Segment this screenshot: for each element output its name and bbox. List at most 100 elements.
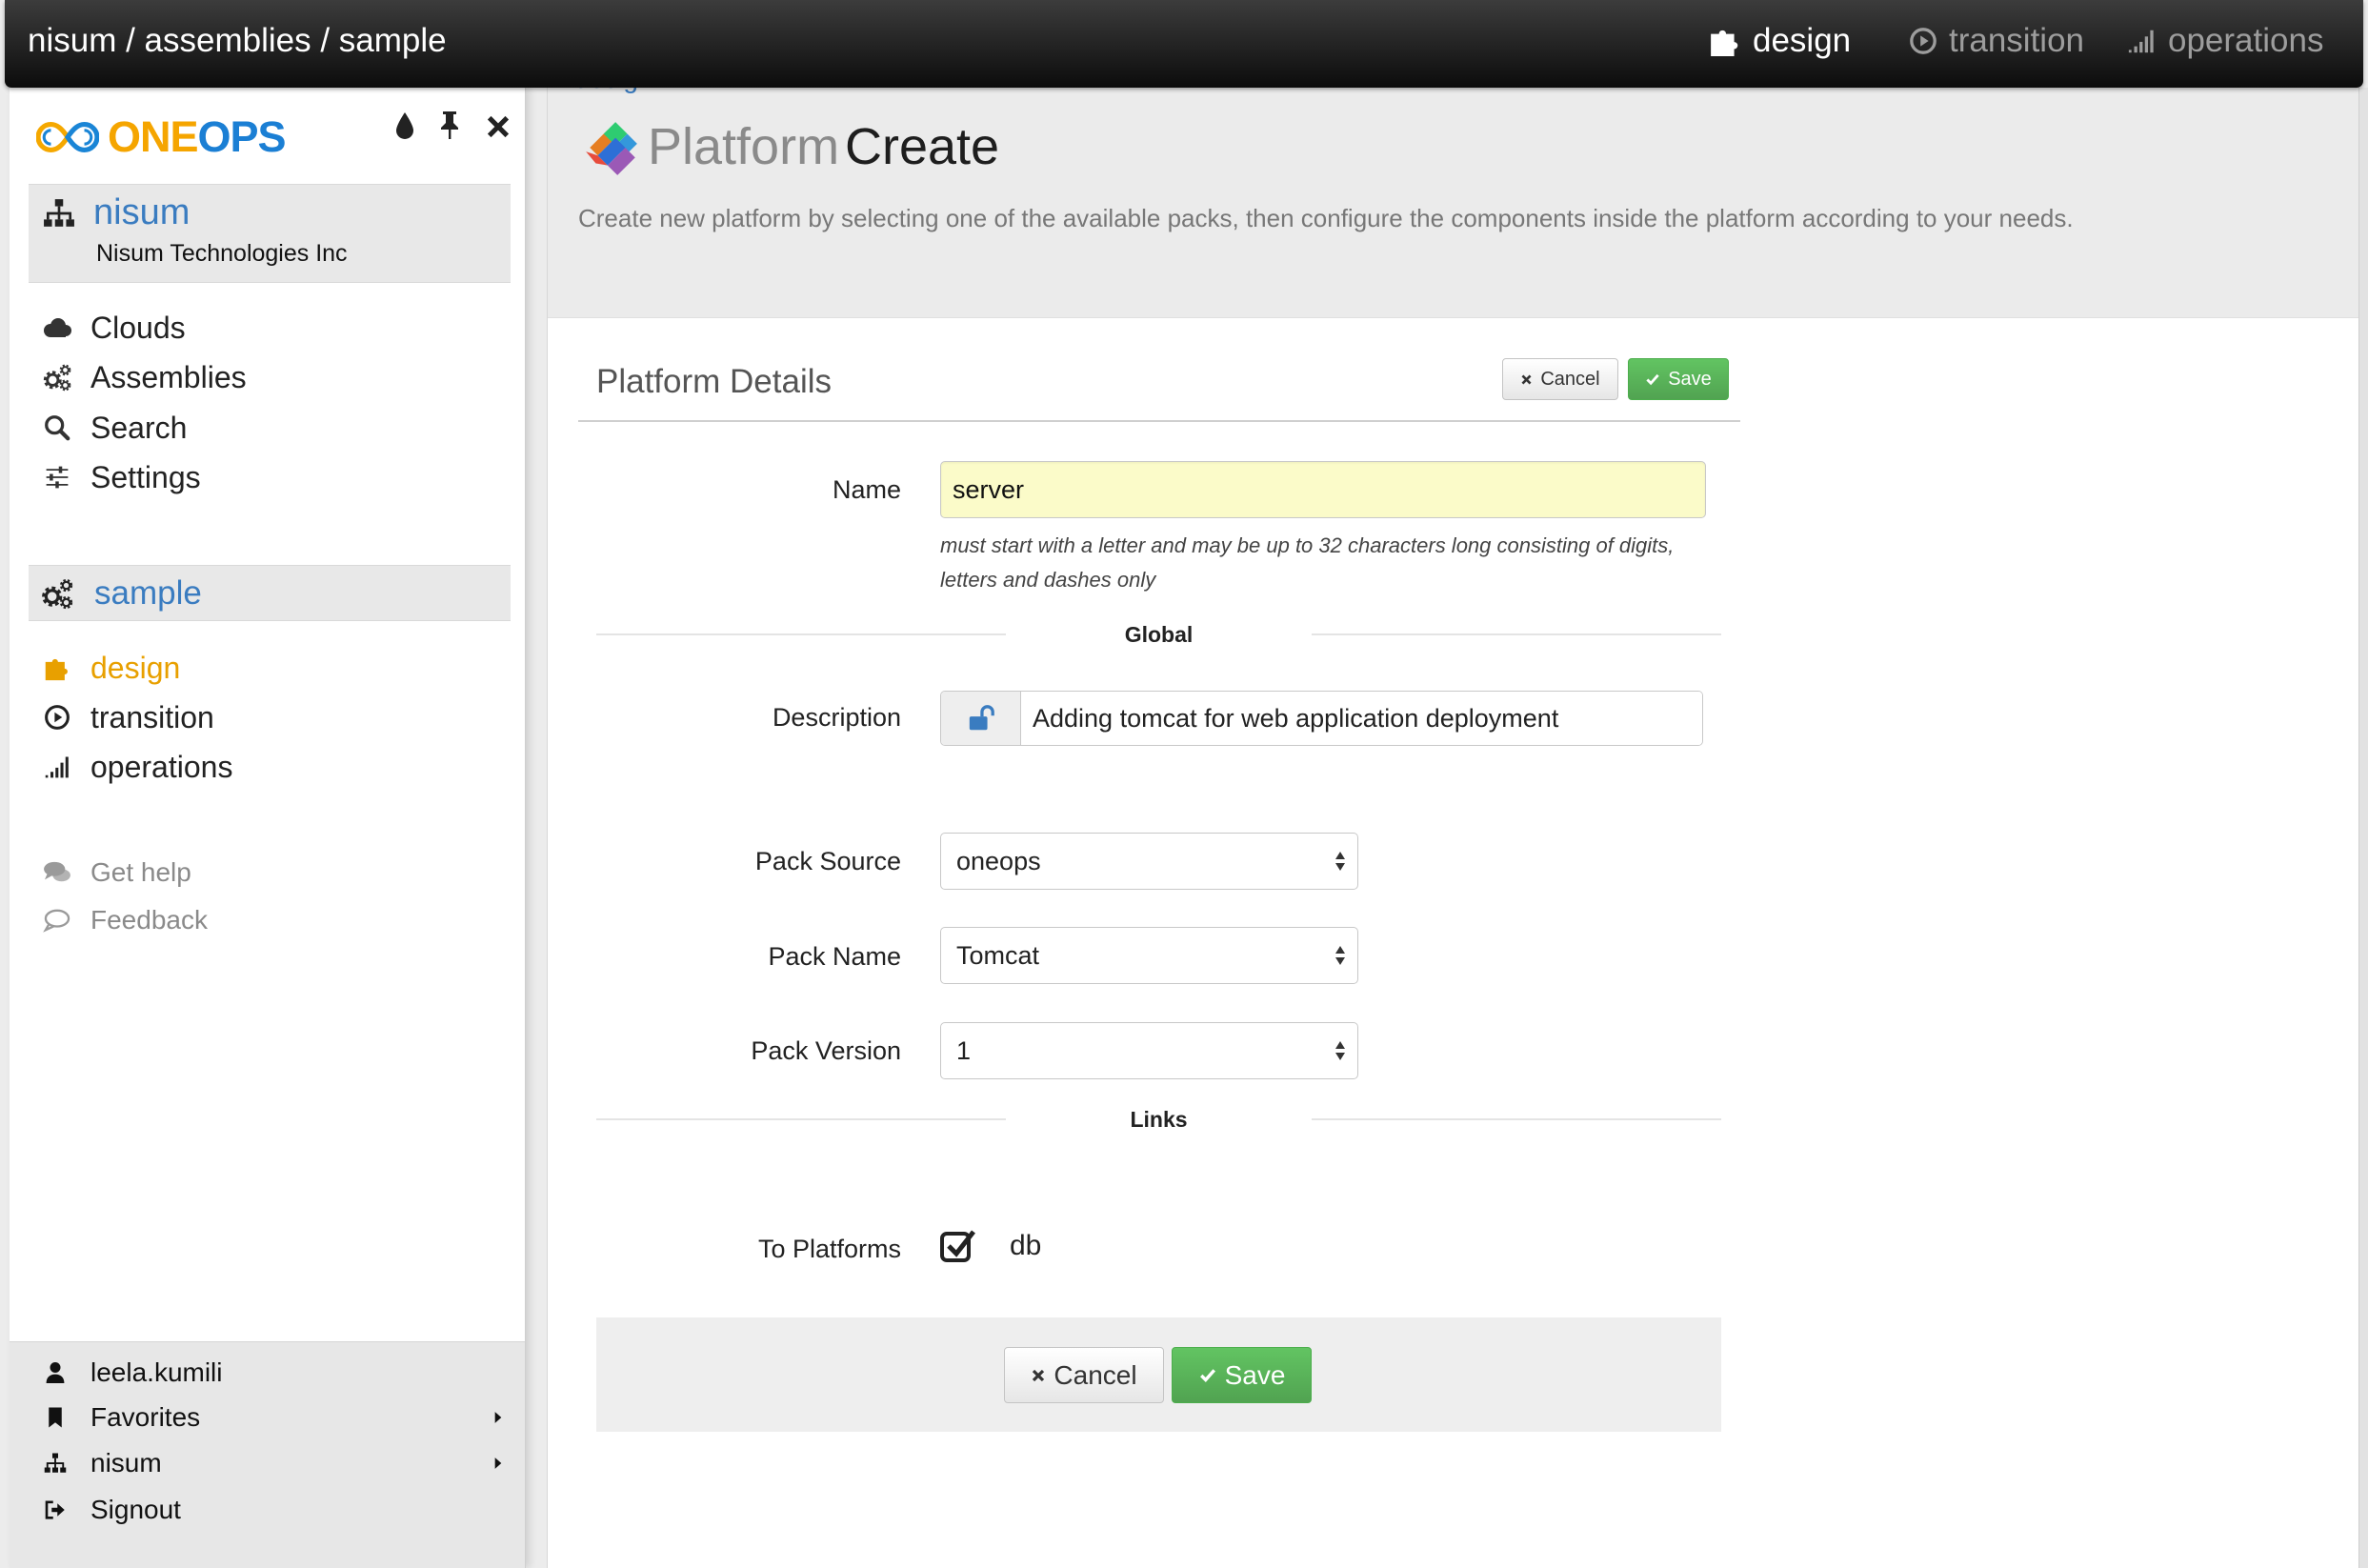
user-menu-signout[interactable]: Signout — [29, 1489, 505, 1531]
header-cancel-button[interactable]: Cancel — [1502, 358, 1618, 400]
cancel-button[interactable]: Cancel — [1004, 1347, 1164, 1403]
check-icon — [1198, 1367, 1217, 1384]
user-menu-favorites[interactable]: Favorites — [29, 1397, 505, 1438]
close-icon[interactable] — [486, 114, 511, 139]
organization-card[interactable]: nisum Nisum Technologies Inc — [29, 184, 511, 283]
divider-line — [1312, 633, 1721, 635]
sidebar-item-label: transition — [90, 699, 214, 734]
sidebar-item-clouds[interactable]: Clouds — [29, 305, 505, 351]
organization-full-name: Nisum Technologies Inc — [96, 240, 348, 267]
sidebar-item-transition[interactable]: transition — [29, 694, 505, 740]
pack-version-label: Pack Version — [751, 1036, 901, 1065]
feedback-label: Feedback — [90, 905, 208, 935]
pin-icon[interactable] — [438, 109, 461, 141]
page-description: Create new platform by selecting one of … — [578, 204, 2074, 232]
bookmark-icon — [42, 1405, 69, 1430]
platform-option-label[interactable]: db — [1010, 1229, 1041, 1263]
get-help-link[interactable]: Get help — [29, 850, 505, 895]
select-arrows-icon — [1335, 850, 1346, 873]
assembly-card[interactable]: sample — [29, 565, 511, 621]
select-arrows-icon — [1335, 1039, 1346, 1062]
droplet-icon[interactable] — [393, 111, 416, 141]
assembly-name: sample — [94, 573, 202, 612]
caret-right-icon — [493, 1455, 503, 1472]
user-menu: leela.kumili Favorites nisum Signout — [10, 1341, 525, 1568]
pack-name-label: Pack Name — [768, 942, 901, 971]
page-title: Create — [845, 118, 1000, 175]
comment-outline-icon — [42, 908, 72, 933]
close-icon — [1520, 373, 1533, 386]
panel-heading: Platform Details — [596, 363, 833, 400]
divider-line — [1312, 1118, 1721, 1120]
sliders-icon — [42, 464, 72, 491]
signal-bars-icon — [42, 754, 72, 780]
topnav-design[interactable]: design — [1709, 0, 1851, 82]
puzzle-icon — [42, 654, 72, 681]
gears-icon — [42, 362, 72, 392]
favorites-label: Favorites — [90, 1402, 201, 1432]
infinity-logo-icon — [36, 116, 99, 158]
description-lock-toggle[interactable] — [941, 692, 1021, 745]
logo-ops-text: OPS — [197, 112, 287, 161]
topnav-operations[interactable]: operations — [2126, 0, 2323, 82]
organization-name[interactable]: nisum — [93, 190, 190, 235]
pack-source-select[interactable]: oneops — [940, 833, 1358, 890]
feedback-link[interactable]: Feedback — [29, 897, 505, 943]
get-help-label: Get help — [90, 857, 191, 887]
gears-icon — [40, 577, 74, 610]
puzzle-icon — [1709, 25, 1741, 57]
pack-version-select[interactable]: 1 — [940, 1022, 1358, 1079]
top-navbar: nisum / assemblies / sample design trans… — [5, 0, 2363, 88]
sidebar-item-assemblies[interactable]: Assemblies — [29, 354, 505, 400]
unlock-icon — [967, 704, 995, 733]
to-platforms-label: To Platforms — [757, 1235, 901, 1263]
sidebar-item-design[interactable]: design — [29, 645, 505, 691]
page-title-prefix: Platform — [648, 118, 840, 175]
sidebar-item-label: design — [90, 650, 181, 685]
sitemap-icon — [42, 197, 76, 230]
pack-name-select[interactable]: Tomcat — [940, 927, 1358, 984]
name-label: Name — [832, 475, 901, 504]
header-save-button[interactable]: Save — [1628, 358, 1729, 400]
logo-one-text: ONE — [108, 112, 199, 161]
select-arrows-icon — [1335, 944, 1346, 967]
page-breadcrumb[interactable]: design — [574, 88, 653, 93]
sign-out-icon — [42, 1498, 69, 1521]
sidebar-item-settings[interactable]: Settings — [29, 454, 505, 500]
oneops-logo[interactable]: ONEOPS — [108, 112, 287, 162]
name-input[interactable] — [940, 461, 1706, 518]
sidebar-item-label: operations — [90, 749, 233, 784]
window-scrollbar[interactable] — [2358, 88, 2368, 1568]
panel-heading-divider — [578, 420, 1740, 422]
sitemap-icon — [42, 1452, 69, 1475]
description-input-group — [940, 691, 1703, 746]
header-cancel-label: Cancel — [1540, 368, 1600, 390]
pack-source-label: Pack Source — [754, 847, 901, 875]
checkbox-checked-icon[interactable] — [938, 1227, 978, 1265]
sidebar-item-label: Settings — [90, 459, 201, 494]
play-circle-icon — [42, 704, 72, 731]
pack-source-value: oneops — [956, 847, 1041, 875]
topnav-transition[interactable]: transition — [1909, 0, 2084, 82]
save-button[interactable]: Save — [1172, 1347, 1312, 1403]
save-label: Save — [1224, 1359, 1286, 1390]
sidebar-item-label: Clouds — [90, 310, 186, 345]
caret-right-icon — [493, 1409, 503, 1426]
topnav-operations-label: operations — [2168, 22, 2324, 59]
close-icon — [1031, 1368, 1046, 1383]
description-input[interactable] — [1021, 692, 1702, 745]
cancel-label: Cancel — [1054, 1359, 1137, 1390]
name-help-text: must start with a letter and may be up t… — [940, 533, 1675, 592]
comments-icon — [42, 860, 72, 885]
sidebar-item-operations[interactable]: operations — [29, 744, 505, 790]
cloud-icon — [42, 316, 72, 339]
signal-bars-icon — [2126, 27, 2157, 55]
sidebar-item-search[interactable]: Search — [29, 405, 505, 451]
username-label: leela.kumili — [90, 1357, 223, 1387]
user-menu-profile[interactable]: leela.kumili — [29, 1352, 505, 1394]
user-menu-organization[interactable]: nisum — [29, 1442, 505, 1484]
check-icon — [1645, 372, 1660, 387]
top-breadcrumb[interactable]: nisum / assemblies / sample — [28, 0, 447, 82]
user-icon — [42, 1360, 69, 1385]
description-label: Description — [772, 703, 901, 732]
